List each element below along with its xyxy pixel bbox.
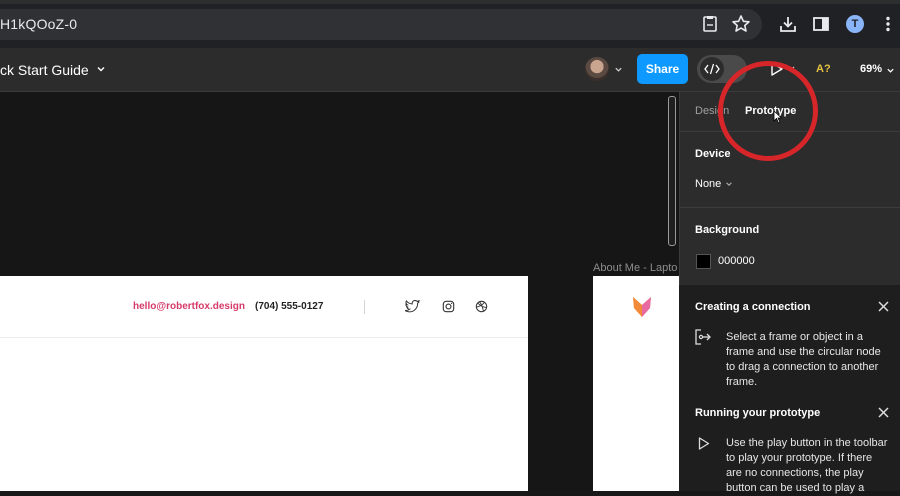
- background-hex-input[interactable]: 000000: [718, 255, 755, 267]
- highlight-circle: [718, 61, 818, 161]
- close-icon[interactable]: [878, 407, 889, 418]
- close-icon[interactable]: [878, 301, 889, 312]
- fox-logo-icon: [633, 297, 651, 317]
- running-text: Use the play button in the toolbar to pl…: [726, 437, 888, 494]
- vertical-scrollbar[interactable]: [668, 96, 676, 246]
- url-text[interactable]: H1kQOoZ-0: [0, 16, 77, 32]
- chevron-down-icon[interactable]: [725, 180, 733, 188]
- header-divider: [0, 337, 528, 338]
- sidebar-icon[interactable]: [811, 14, 831, 34]
- star-icon[interactable]: [731, 14, 751, 34]
- zoom-level[interactable]: 69%: [860, 63, 882, 75]
- profile-icon[interactable]: T: [846, 15, 864, 33]
- dribbble-icon: [475, 300, 488, 313]
- running-title: Running your prototype: [695, 407, 821, 419]
- profile-initial: T: [851, 18, 859, 30]
- file-title[interactable]: ck Start Guide: [0, 62, 89, 78]
- background-color-swatch[interactable]: [696, 254, 711, 269]
- background-heading: Background: [695, 224, 760, 236]
- contact-phone: (704) 555-0127: [255, 301, 324, 312]
- panel-divider: [679, 207, 900, 208]
- play-icon: [698, 437, 710, 450]
- share-button[interactable]: Share: [637, 54, 688, 84]
- code-icon[interactable]: [700, 57, 724, 81]
- more-icon[interactable]: [878, 14, 898, 34]
- chevron-down-icon[interactable]: [886, 66, 895, 75]
- connection-text: Select a frame or object in a frame and …: [726, 331, 881, 388]
- bookmark-save-icon[interactable]: [700, 14, 720, 34]
- twitter-icon: [405, 300, 420, 313]
- frame-label[interactable]: About Me - Lapto: [593, 262, 679, 274]
- connection-icon: [695, 329, 711, 345]
- address-bar[interactable]: [0, 9, 762, 40]
- chevron-down-icon[interactable]: [96, 64, 106, 74]
- device-heading: Device: [695, 148, 731, 160]
- browser-tab-strip: [0, 0, 900, 4]
- chevron-down-icon[interactable]: [614, 65, 623, 74]
- contact-email: hello@robertfox.design: [133, 301, 245, 312]
- avatar[interactable]: [585, 57, 609, 81]
- instagram-icon: [442, 300, 455, 313]
- download-icon[interactable]: [778, 14, 798, 34]
- connection-title: Creating a connection: [695, 301, 811, 313]
- device-select[interactable]: None: [695, 178, 721, 190]
- header-separator: [364, 300, 365, 314]
- accessibility-check[interactable]: A?: [816, 63, 831, 75]
